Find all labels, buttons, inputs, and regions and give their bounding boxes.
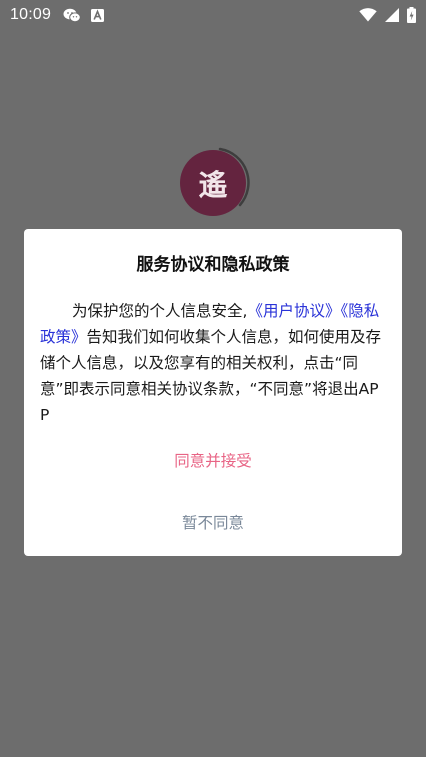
battery-icon	[407, 7, 416, 23]
logo-char: 遙	[198, 168, 228, 202]
signal-icon	[385, 8, 399, 22]
app-logo: 遙	[178, 147, 250, 219]
user-agreement-link[interactable]: 《用户协议》	[247, 302, 340, 320]
privacy-dialog: 服务协议和隐私政策 为保护您的个人信息安全,《用户协议》《隐私政策》告知我们如何…	[24, 229, 402, 556]
wifi-icon	[359, 8, 377, 22]
a-letter-icon	[91, 8, 105, 22]
dialog-actions: 同意并接受 暂不同意	[40, 450, 386, 534]
wechat-icon	[63, 8, 81, 23]
body-intro: 为保护您的个人信息安全,	[72, 302, 248, 320]
disagree-button[interactable]: 暂不同意	[182, 512, 244, 534]
agree-button[interactable]: 同意并接受	[174, 450, 252, 472]
system-icons	[359, 7, 416, 23]
body-rest: 告知我们如何收集个人信息，如何使用及存储个人信息，以及您享有的相关权利，点击“同…	[40, 328, 382, 424]
status-bar: 10:09	[0, 0, 426, 30]
dialog-body: 为保护您的个人信息安全,《用户协议》《隐私政策》告知我们如何收集个人信息，如何使…	[40, 298, 386, 428]
notification-icons	[63, 8, 105, 23]
logo-badge: 遙	[180, 150, 246, 216]
status-time: 10:09	[10, 6, 52, 23]
dialog-title: 服务协议和隐私政策	[136, 255, 290, 275]
